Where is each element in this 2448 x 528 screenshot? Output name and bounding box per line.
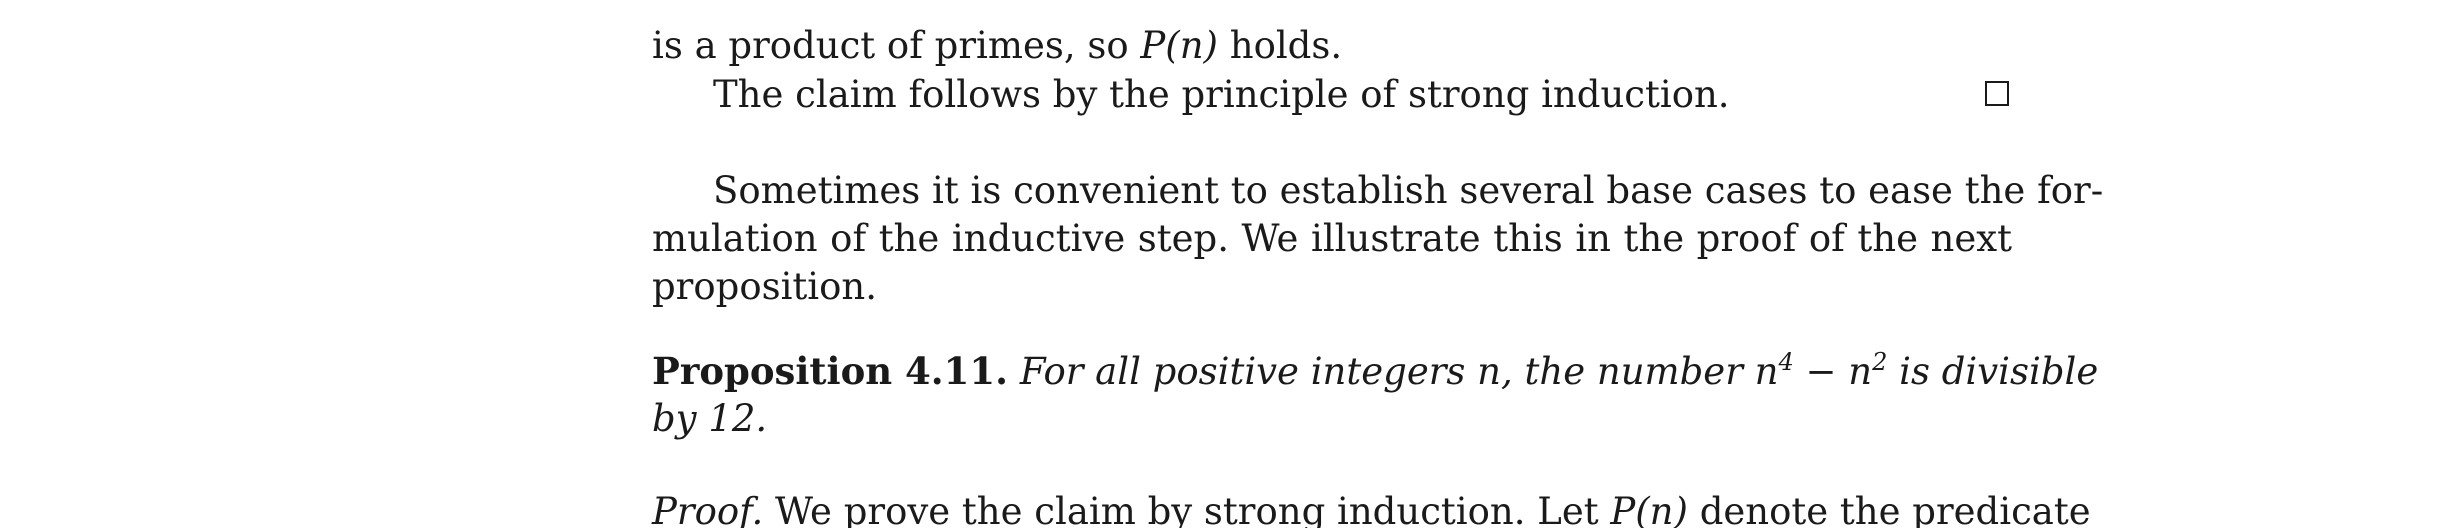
proof-line-1: Proof. We prove the claim by strong indu… xyxy=(652,488,2091,528)
text-line-claim-follows: The claim follows by the principle of st… xyxy=(713,71,2012,119)
math-predicate: P(n) xyxy=(1140,24,1218,67)
proof-math-predicate: P(n) xyxy=(1610,490,1688,528)
proposition-line-2: by 12. xyxy=(652,397,768,440)
proposition-statement: For all positive integers n, the number … xyxy=(1020,350,2098,393)
proof-text-b: denote the predicate xyxy=(1687,490,2091,528)
document-page: is a product of primes, so P(n) holds. T… xyxy=(0,0,2448,528)
proof-label: Proof. xyxy=(652,490,764,528)
exponent-2: 2 xyxy=(1872,348,1888,376)
proposition-text: For all positive integers n, the number … xyxy=(1019,350,1779,393)
proposition-line-1: Proposition 4.11. For all positive integ… xyxy=(652,347,2098,396)
line-prefix: is a product of primes, so xyxy=(652,24,1141,67)
paragraph-line-3: proposition. xyxy=(652,265,877,308)
proof-text-a: We prove the claim by strong induction. … xyxy=(763,490,1611,528)
text-line-product-of-primes: is a product of primes, so P(n) holds. xyxy=(652,22,2012,70)
claim-text: The claim follows by the principle of st… xyxy=(713,73,1730,116)
line-suffix: holds. xyxy=(1217,24,1343,67)
proposition-label: Proposition 4.11. xyxy=(652,349,1009,393)
exponent-4: 4 xyxy=(1778,348,1794,376)
paragraph-line-1: Sometimes it is convenient to establish … xyxy=(713,169,2104,212)
qed-square-icon xyxy=(1985,81,2009,106)
proposition-tail: is divisible xyxy=(1887,350,2099,393)
minus-term: − n xyxy=(1793,350,1873,393)
paragraph-line-2: mulation of the inductive step. We illus… xyxy=(652,217,2012,260)
